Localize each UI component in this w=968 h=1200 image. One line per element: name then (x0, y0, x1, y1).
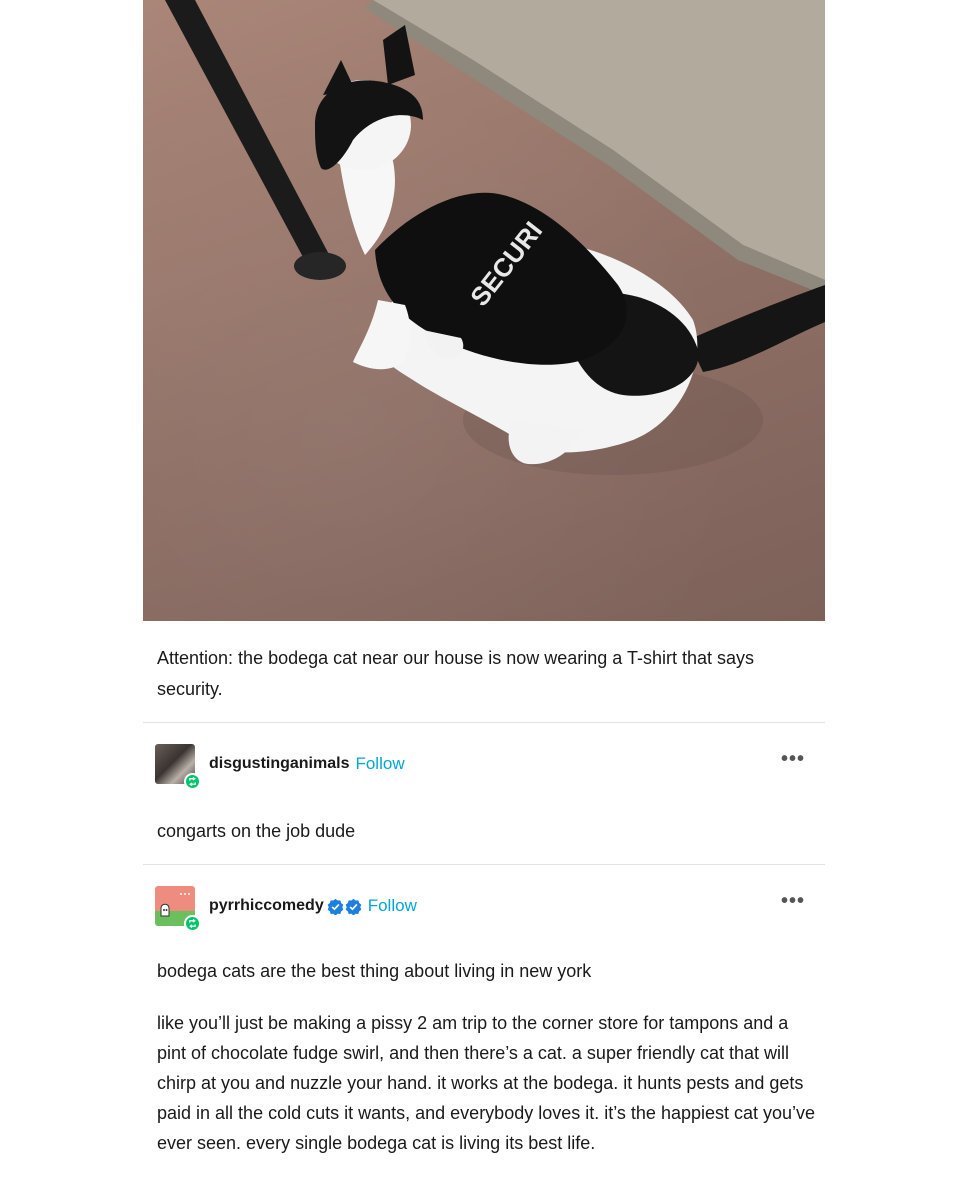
reblog-text: like you’ll just be making a pissy 2 am … (157, 1013, 816, 1153)
reblog-header-disgustinganimals: disgustinganimals Follow ••• (155, 742, 815, 790)
verified-badge-icon (345, 898, 362, 915)
follow-button[interactable]: Follow (368, 896, 417, 916)
post-photo[interactable]: SECURI (143, 0, 825, 621)
post-caption: Attention: the bodega cat near our house… (157, 648, 755, 699)
divider (143, 864, 825, 865)
cat-ear-left (323, 60, 355, 95)
follow-button[interactable]: Follow (355, 754, 404, 774)
avatar[interactable] (155, 886, 201, 932)
verified-badge-icon (327, 898, 344, 915)
more-options-icon[interactable]: ••• (781, 891, 805, 911)
metal-post (165, 0, 333, 272)
username[interactable]: disgustinganimals (209, 755, 349, 773)
post-card: SECURI Attention: the bodega cat near ou… (143, 0, 825, 1200)
cat-photo-illustration: SECURI (165, 0, 825, 475)
reblog-text: congarts on the job dude (157, 821, 356, 841)
reblog-icon (184, 915, 201, 932)
avatar[interactable] (155, 744, 201, 790)
verified-badges[interactable] (327, 898, 362, 915)
post-base (294, 252, 346, 280)
cat-tail (688, 285, 825, 372)
reblog-text: bodega cats are the best thing about liv… (157, 961, 592, 981)
reblog-icon (184, 773, 201, 790)
more-options-icon[interactable]: ••• (781, 749, 805, 769)
divider (143, 722, 825, 723)
cat-front-leg (353, 300, 411, 370)
username[interactable]: pyrrhiccomedy (209, 897, 324, 915)
reblog-header-pyrrhiccomedy: pyrrhiccomedy Follow ••• (155, 884, 815, 932)
